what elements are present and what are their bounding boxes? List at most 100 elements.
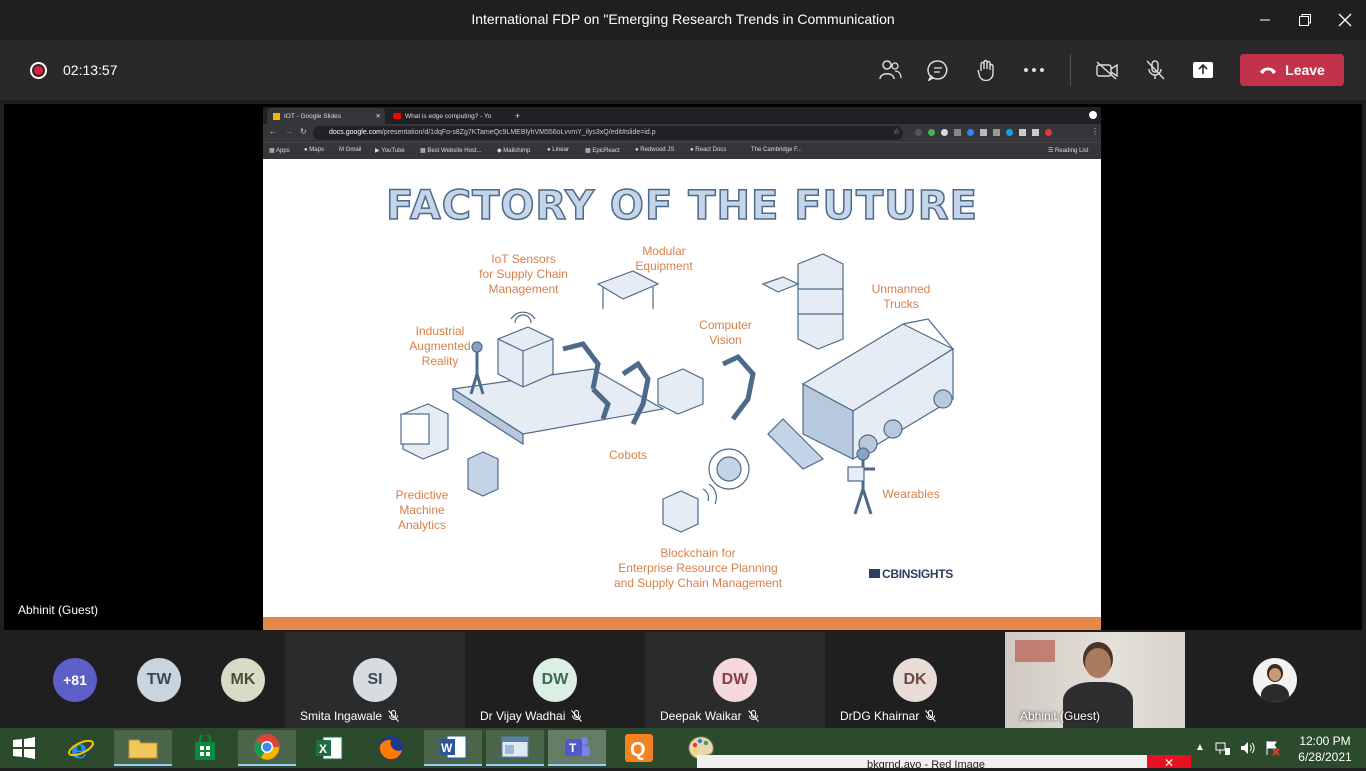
participant-tile[interactable]: DK DrDG Khairnar — [825, 632, 1005, 728]
taskbar-window-app[interactable] — [486, 730, 544, 766]
taskbar-chrome[interactable] — [238, 730, 296, 766]
meeting-toolbar: 02:13:57 Leave — [0, 40, 1366, 100]
bookmark-linear[interactable]: ● Linear — [547, 147, 569, 153]
overflow-participants-button[interactable]: +81 — [53, 658, 97, 702]
participants-button[interactable] — [876, 56, 904, 84]
raise-hand-button[interactable] — [972, 56, 1000, 84]
tray-overflow-icon[interactable]: ▲ — [1195, 742, 1205, 753]
participant-name: Abhinit (Guest) — [1020, 709, 1101, 723]
bookmark-maps[interactable]: ● Maps — [304, 147, 324, 153]
participant-avatar: DW — [713, 658, 757, 702]
participant-name: Smita Ingawale — [300, 709, 399, 723]
browser-address-row: ← → ↻ docs.google.com/presentation/d/1dq… — [263, 124, 1101, 142]
windows-icon — [13, 737, 35, 759]
cbinsights-logo: CBINSIGHTS — [869, 567, 953, 581]
participant-avatar[interactable]: TW — [137, 658, 181, 702]
mic-toggle-button[interactable] — [1141, 56, 1169, 84]
minimize-button[interactable] — [1252, 8, 1278, 32]
volume-icon[interactable] — [1240, 740, 1256, 761]
internet-explorer-icon: e — [68, 735, 94, 762]
slides-icon — [273, 112, 280, 120]
youtube-icon — [393, 113, 401, 119]
taskbar-ie[interactable]: e — [52, 730, 110, 766]
participant-tile[interactable]: SI Smita Ingawale — [285, 632, 465, 728]
back-icon[interactable]: ← — [269, 127, 277, 136]
bookmark-gmail[interactable]: M Gmail — [339, 147, 361, 153]
taskbar-q-app[interactable]: Q — [610, 730, 668, 766]
presenter-video-tile[interactable]: Abhinit (Guest) — [1005, 632, 1185, 728]
bookmark-website-host[interactable]: ▦ Best Website Host... — [420, 147, 482, 154]
kebab-menu-icon[interactable]: ⋮ — [1091, 127, 1099, 136]
camera-off-icon — [1096, 61, 1118, 80]
new-tab-button[interactable]: + — [509, 108, 523, 124]
popup-close-button[interactable]: ✕ — [1147, 755, 1191, 770]
browser-tab-slides[interactable]: IOT - Google Slides ✕ — [267, 108, 385, 124]
share-screen-button[interactable] — [1189, 56, 1217, 84]
folder-icon — [128, 739, 158, 759]
close-button[interactable] — [1332, 8, 1358, 32]
bookmarks-bar: ▦ Apps ● Maps M Gmail ▶ YouTube ▦ Best W… — [263, 142, 1101, 159]
camera-toggle-button[interactable] — [1093, 56, 1121, 84]
mic-off-icon — [1146, 60, 1165, 80]
bookmark-youtube[interactable]: ▶ YouTube — [375, 147, 405, 154]
taskbar-firefox[interactable] — [362, 730, 420, 766]
address-bar[interactable]: docs.google.com/presentation/d/1dqFo-s8Z… — [313, 126, 903, 140]
recording-icon — [30, 62, 47, 79]
url-host: docs.google.com — [329, 129, 382, 136]
taskbar-store[interactable] — [176, 730, 234, 766]
start-button[interactable] — [0, 730, 48, 766]
taskbar-teams[interactable]: T — [548, 730, 606, 766]
close-icon — [1338, 13, 1352, 27]
word-icon: W — [440, 735, 467, 759]
browser-tab-youtube[interactable]: What is edge computing? - Yo — [387, 108, 505, 124]
taskbar-excel[interactable]: X — [300, 730, 358, 766]
star-icon[interactable]: ☆ — [893, 127, 900, 136]
svg-text:W: W — [441, 741, 453, 755]
browser-tab-row: IOT - Google Slides ✕ What is edge compu… — [263, 107, 1101, 124]
shared-browser-window: IOT - Google Slides ✕ What is edge compu… — [263, 107, 1101, 159]
participant-photo-avatar[interactable] — [1253, 658, 1297, 702]
excel-icon: X — [316, 736, 343, 760]
more-options-button[interactable] — [1020, 56, 1048, 84]
clock-time: 12:00 PM — [1299, 734, 1351, 748]
mic-off-icon — [925, 710, 937, 722]
tab-label: What is edge computing? - Yo — [405, 112, 492, 120]
bookmark-cambridge[interactable]: The Cambridge F... — [751, 147, 802, 153]
participant-tile[interactable]: DW Dr Vijay Wadhai — [465, 632, 645, 728]
share-icon — [1193, 62, 1213, 78]
reading-list[interactable]: ☰ Reading List — [1048, 147, 1088, 154]
label-wearables: Wearables — [882, 487, 940, 501]
forward-icon[interactable]: → — [285, 127, 293, 136]
bookmark-apps[interactable]: ▦ Apps — [269, 147, 290, 154]
bookmark-react-docs[interactable]: ● React Docs — [690, 147, 726, 153]
participant-tile[interactable]: DW Deepak Waikar — [645, 632, 825, 728]
mic-off-icon — [571, 710, 583, 722]
participant-avatar[interactable]: MK — [221, 658, 265, 702]
restore-icon — [1299, 14, 1311, 26]
clock-date: 6/28/2021 — [1298, 750, 1352, 764]
taskbar-clock[interactable]: 12:00 PM 6/28/2021 — [1290, 733, 1360, 765]
participant-avatar: SI — [353, 658, 397, 702]
leave-label: Leave — [1285, 62, 1325, 78]
profile-dot-icon — [1089, 111, 1097, 119]
participant-avatar: DK — [893, 658, 937, 702]
taskbar-word[interactable]: W — [424, 730, 482, 766]
participant-name: Dr Vijay Wadhai — [480, 709, 583, 723]
action-center-flag-icon[interactable] — [1264, 740, 1280, 761]
label-blockchain: Blockchain for Enterprise Resource Planni… — [613, 546, 783, 590]
bookmark-redwood[interactable]: ● Redwood JS — [635, 147, 674, 153]
meeting-timer: 02:13:57 — [63, 62, 118, 78]
bookmark-mailchimp[interactable]: ◆ Mailchimp — [497, 147, 530, 154]
people-icon — [879, 60, 902, 80]
chat-button[interactable] — [924, 56, 952, 84]
leave-button[interactable]: Leave — [1240, 54, 1344, 86]
label-unmanned-trucks: Unmanned Trucks — [871, 282, 931, 311]
chrome-icon — [254, 734, 280, 760]
network-icon[interactable] — [1215, 740, 1231, 761]
svg-text:Q: Q — [630, 739, 646, 761]
tab-close-icon[interactable]: ✕ — [376, 112, 381, 120]
reload-icon[interactable]: ↻ — [300, 127, 307, 136]
restore-button[interactable] — [1292, 8, 1318, 32]
taskbar-file-explorer[interactable] — [114, 730, 172, 766]
bookmark-epicreact[interactable]: ▦ EpicReact — [585, 147, 620, 154]
